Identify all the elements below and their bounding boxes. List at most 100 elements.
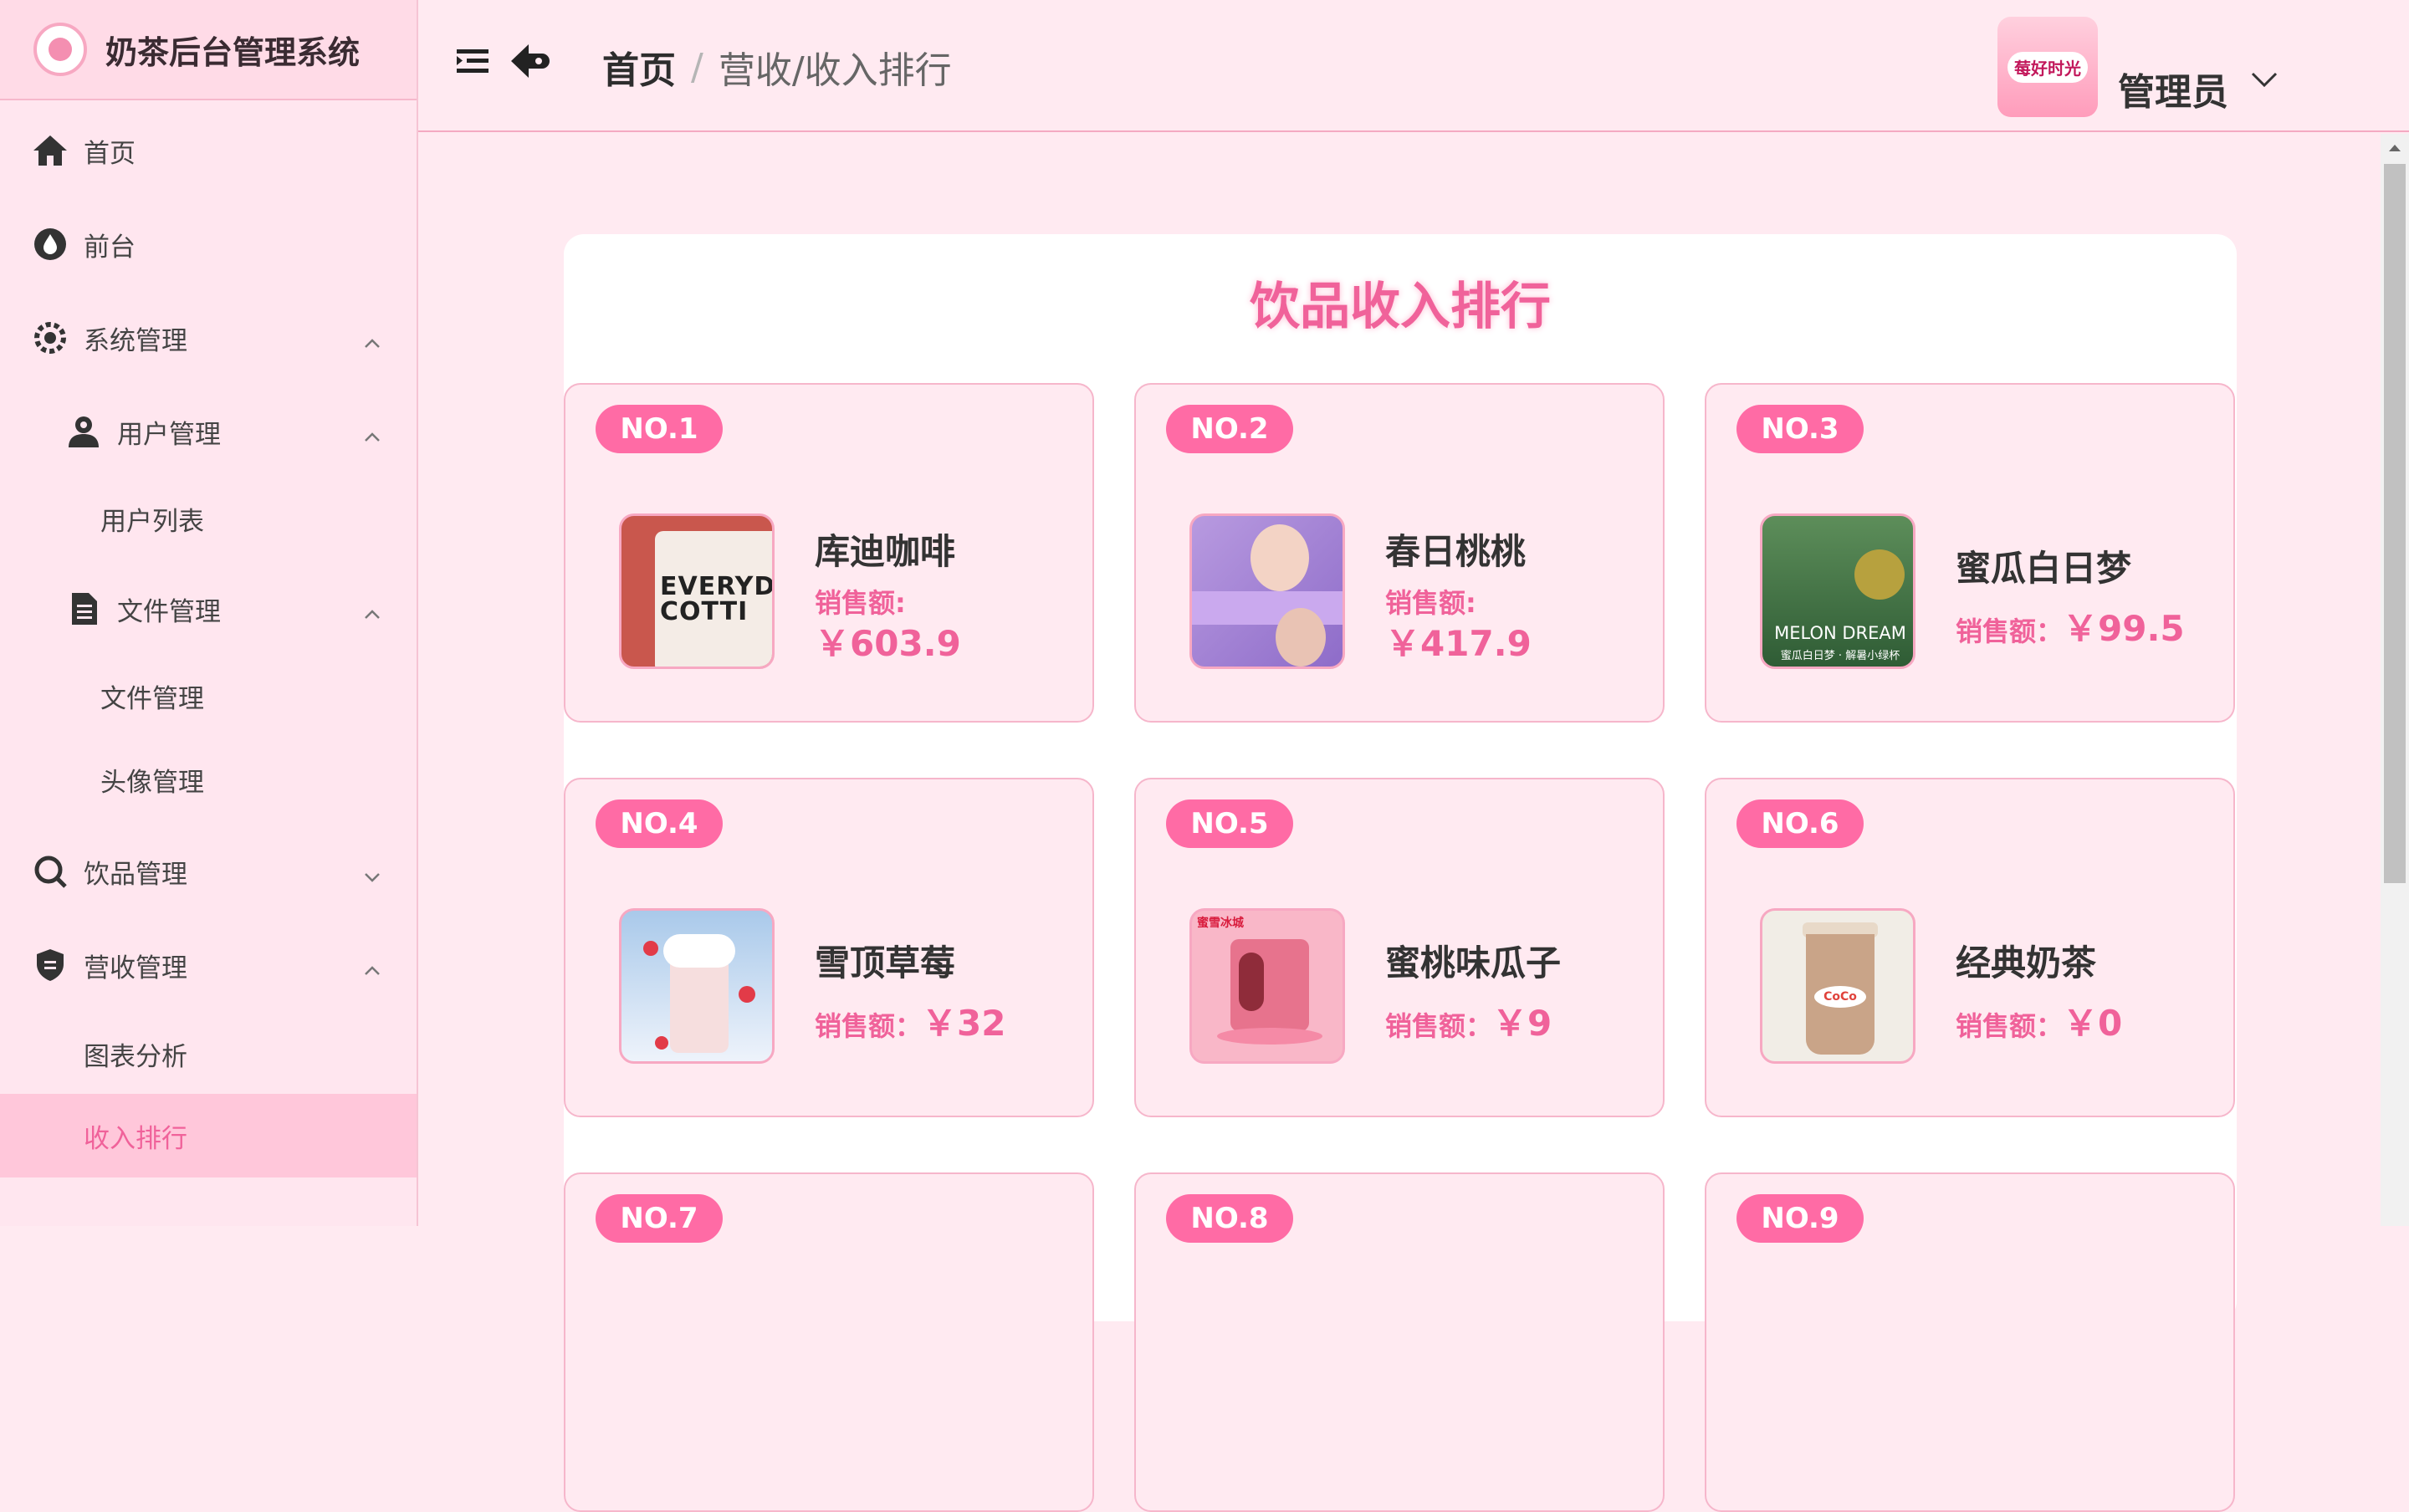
sidebar-item-files[interactable]: 文件管理: [0, 567, 417, 651]
sales-line: 销售额：￥9: [1385, 995, 1552, 1046]
ranking-card[interactable]: NO.8: [1134, 1172, 1665, 1512]
sidebar-item-label: 头像管理: [100, 767, 204, 798]
sidebar-item-label: 文件管理: [117, 596, 221, 627]
search-icon: [32, 853, 69, 890]
sidebar-item-revenue[interactable]: 营收管理: [0, 923, 417, 1007]
rank-badge: NO.2: [1166, 405, 1293, 453]
ranking-card[interactable]: NO.2 春日桃桃 销售额: ￥417.9: [1134, 383, 1665, 723]
chevron-up-icon: [363, 420, 381, 450]
drink-image: EVERYDAY COTTI: [619, 513, 775, 669]
sales-line: 销售额：￥0: [1956, 995, 2122, 1046]
sales-amount: ￥603.9: [815, 623, 961, 664]
rank-badge: NO.4: [596, 799, 723, 848]
ranking-card[interactable]: NO.7: [564, 1172, 1094, 1512]
sidebar-item-users[interactable]: 用户管理: [0, 390, 417, 473]
sidebar-item-label: 饮品管理: [84, 859, 187, 890]
chevron-down-icon: [363, 860, 381, 890]
gear-icon: [32, 319, 69, 356]
scroll-up-arrow-icon[interactable]: [2387, 140, 2402, 156]
drink-image-caption: CoCo: [1814, 986, 1866, 1008]
avatar-logo-text: 莓好时光: [2008, 51, 2088, 83]
drink-name: 经典奶茶: [1956, 942, 2097, 983]
sidebar-item-system[interactable]: 系统管理: [0, 296, 417, 380]
sales-line: 销售额：￥99.5: [1956, 600, 2185, 651]
rank-badge: NO.1: [596, 405, 723, 453]
ranking-card[interactable]: NO.1 EVERYDAY COTTI 库迪咖啡 销售额: ￥603.9: [564, 383, 1094, 723]
sales-amount: ￥0: [2063, 1003, 2123, 1044]
drink-image-subcaption: 蜜瓜白日梦 · 解暑小绿杯: [1780, 650, 1900, 662]
sidebar-item-drinks[interactable]: 饮品管理: [0, 830, 417, 913]
sales-label: 销售额：: [815, 1010, 923, 1042]
breadcrumb-home[interactable]: 首页: [602, 40, 676, 94]
scrollbar[interactable]: [2381, 134, 2409, 1226]
sidebar-item-income-ranking[interactable]: 收入排行: [0, 1094, 417, 1177]
sales-amount: ￥32: [922, 1003, 1006, 1044]
header: 首页 / 营收/收入排行 莓好时光 管理员: [418, 0, 2409, 132]
drink-name: 雪顶草莓: [815, 942, 956, 983]
rank-badge: NO.8: [1166, 1194, 1293, 1243]
drink-image: [619, 908, 775, 1064]
chevron-down-icon[interactable]: [2250, 70, 2279, 92]
sidebar-item-label: 首页: [84, 138, 136, 169]
drink-image: MELON DREAM 蜜瓜白日梦 · 解暑小绿杯: [1760, 513, 1915, 669]
rank-badge: NO.7: [596, 1194, 723, 1243]
file-icon: [65, 590, 102, 627]
drop-icon: [32, 226, 69, 263]
sidebar-item-label: 收入排行: [84, 1123, 187, 1154]
shield-icon: [32, 947, 69, 983]
drink-image-caption: EVERYDAY COTTI: [660, 575, 775, 625]
sales-amount: ￥9: [1492, 1003, 1552, 1044]
back-arrow-icon[interactable]: [509, 42, 552, 84]
ranking-card[interactable]: NO.5 蜜雪冰城 蜜桃味瓜子 销售额：￥9: [1134, 778, 1665, 1117]
sidebar-item-charts[interactable]: 图表分析: [0, 1012, 417, 1096]
home-icon: [32, 132, 69, 169]
drink-image: [1189, 513, 1345, 669]
ranking-card[interactable]: NO.9: [1705, 1172, 2235, 1512]
sidebar-item-avatar-management[interactable]: 头像管理: [0, 738, 417, 821]
page-title: 饮品收入排行: [1250, 278, 1551, 336]
sidebar-item-label: 用户列表: [100, 506, 204, 537]
sidebar-item-label: 图表分析: [84, 1041, 187, 1072]
sales-label: 销售额：: [1956, 616, 2064, 647]
rank-badge: NO.3: [1736, 405, 1864, 453]
sales-line: 销售额：￥32: [815, 995, 1005, 1046]
user-icon: [65, 413, 102, 450]
rank-badge: NO.6: [1736, 799, 1864, 848]
drink-image-caption: 蜜雪冰城: [1197, 917, 1244, 930]
ranking-card[interactable]: NO.4 雪顶草莓 销售额：￥32: [564, 778, 1094, 1117]
menu-collapse-icon[interactable]: [455, 46, 490, 79]
ranking-card[interactable]: NO.3 MELON DREAM 蜜瓜白日梦 · 解暑小绿杯 蜜瓜白日梦 销售额…: [1705, 383, 2235, 723]
drink-name: 蜜桃味瓜子: [1385, 942, 1562, 983]
sidebar: 奶茶后台管理系统 首页 前台 系统管理 用户管理 用户列表 文件管理 文件管理 …: [0, 0, 418, 1226]
drink-image: CoCo: [1760, 908, 1915, 1064]
rank-badge: NO.9: [1736, 1194, 1864, 1243]
drink-name: 库迪咖啡: [815, 531, 956, 572]
breadcrumb: 首页 / 营收/收入排行: [602, 40, 952, 94]
chevron-up-icon: [363, 326, 381, 356]
sales-amount: ￥417.9: [1385, 623, 1532, 664]
breadcrumb-current: 营收/收入排行: [718, 49, 952, 92]
sidebar-item-home[interactable]: 首页: [0, 109, 417, 192]
brand-logo: [33, 23, 87, 76]
sidebar-item-label: 前台: [84, 232, 136, 263]
drink-image: 蜜雪冰城: [1189, 908, 1345, 1064]
chevron-up-icon: [363, 597, 381, 627]
ranking-card[interactable]: NO.6 CoCo 经典奶茶 销售额：￥0: [1705, 778, 2235, 1117]
sidebar-item-user-list[interactable]: 用户列表: [0, 477, 417, 560]
sales-label: 销售额：: [1956, 1010, 2064, 1042]
sidebar-item-file-management[interactable]: 文件管理: [0, 654, 417, 738]
scroll-thumb[interactable]: [2384, 164, 2406, 883]
ranking-panel: 饮品收入排行 NO.1 EVERYDAY COTTI 库迪咖啡 销售额: ￥60…: [564, 234, 2237, 1512]
avatar[interactable]: 莓好时光: [1997, 17, 2098, 117]
chevron-up-icon: [363, 953, 381, 983]
sidebar-item-label: 文件管理: [100, 683, 204, 714]
sidebar-item-frontend[interactable]: 前台: [0, 202, 417, 286]
sidebar-item-label: 用户管理: [117, 419, 221, 450]
app-title: 奶茶后台管理系统: [105, 33, 361, 71]
brand: 奶茶后台管理系统: [0, 0, 417, 100]
user-name[interactable]: 管理员: [2118, 62, 2228, 115]
drink-image-caption: MELON DREAM: [1774, 623, 1906, 643]
sidebar-item-label: 系统管理: [84, 325, 187, 356]
sidebar-item-label: 营收管理: [84, 953, 187, 983]
breadcrumb-separator: /: [691, 45, 703, 89]
